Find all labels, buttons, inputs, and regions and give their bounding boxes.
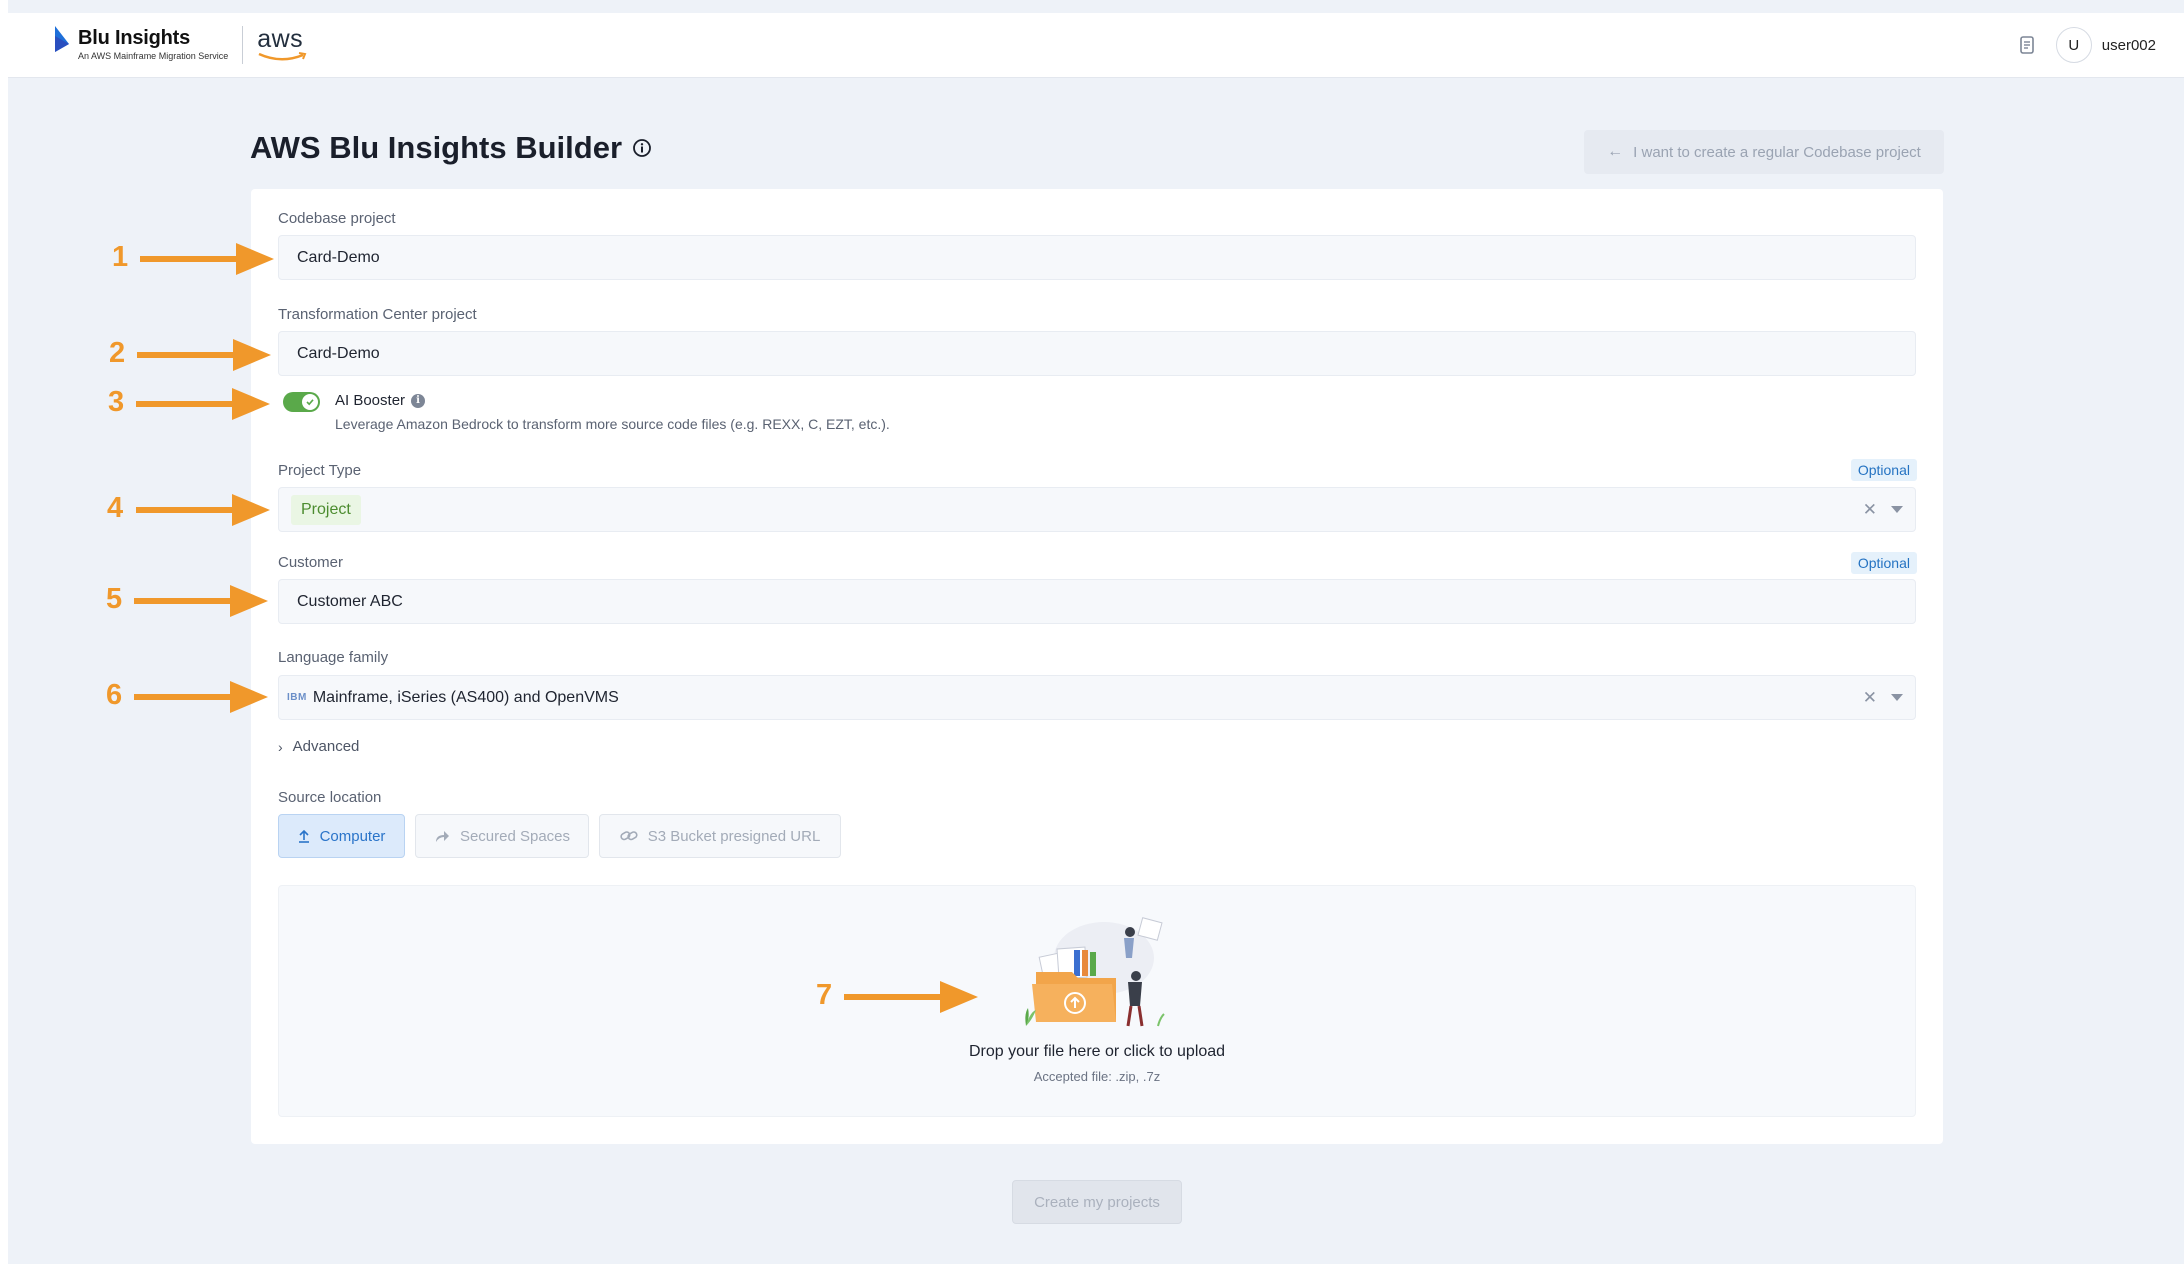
transformation-center-value: Card-Demo — [297, 344, 380, 362]
chevron-right-icon: › — [278, 738, 283, 755]
tab-secured-spaces[interactable]: Secured Spaces — [415, 814, 589, 858]
annotation-arrow-1-icon — [140, 243, 274, 275]
annotation-arrow-5-icon — [134, 585, 268, 617]
brand-name: Blu Insights — [78, 27, 191, 49]
annotation-number-6: 6 — [106, 679, 123, 711]
annotation-arrow-6-icon — [134, 681, 268, 713]
document-icon[interactable] — [2016, 34, 2038, 56]
aws-logo: aws — [257, 26, 309, 62]
project-type-select[interactable]: Project ✕ — [278, 487, 1916, 532]
advanced-label: Advanced — [292, 738, 360, 755]
page-title-text: AWS Blu Insights Builder — [250, 130, 623, 165]
tab-secured-spaces-label: Secured Spaces — [459, 827, 571, 845]
regular-codebase-project-button[interactable]: ← I want to create a regular Codebase pr… — [1584, 130, 1944, 174]
regular-codebase-project-label: I want to create a regular Codebase proj… — [1633, 143, 1921, 161]
share-arrow-icon — [434, 829, 450, 843]
blu-insights-logo-icon — [55, 26, 69, 52]
annotation-number-7: 7 — [816, 979, 833, 1011]
annotation-number-2: 2 — [109, 337, 126, 369]
create-projects-button[interactable]: Create my projects — [1012, 1180, 1182, 1224]
transformation-center-label: Transformation Center project — [278, 306, 477, 323]
arrow-left-icon: ← — [1607, 143, 1624, 160]
source-location-label: Source location — [278, 789, 382, 806]
chevron-down-icon[interactable] — [1891, 694, 1903, 701]
tab-s3-bucket-label: S3 Bucket presigned URL — [647, 827, 821, 845]
advanced-toggle[interactable]: › Advanced — [278, 738, 359, 755]
tab-computer-label: Computer — [319, 827, 386, 845]
source-location-tabs: Computer Secured Spaces S3 Bucket presig… — [278, 814, 851, 858]
annotation-number-1: 1 — [112, 241, 129, 273]
ai-booster-info-icon[interactable]: i — [411, 393, 426, 408]
language-family-label: Language family — [278, 649, 389, 666]
tab-s3-bucket[interactable]: S3 Bucket presigned URL — [599, 814, 841, 858]
language-family-value: Mainframe, iSeries (AS400) and OpenVMS — [312, 688, 619, 706]
clear-icon[interactable]: ✕ — [1863, 688, 1877, 708]
customer-input[interactable]: Customer ABC — [278, 579, 1916, 624]
codebase-project-value: Card-Demo — [297, 248, 380, 266]
upload-folder-illustration-icon — [1025, 917, 1165, 1027]
customer-value: Customer ABC — [297, 592, 403, 610]
tab-computer[interactable]: Computer — [278, 814, 405, 858]
dropzone-subtitle: Accepted file: .zip, .7z — [1033, 1069, 1161, 1084]
annotation-number-5: 5 — [106, 583, 123, 615]
brand-subtitle: An AWS Mainframe Migration Service — [78, 51, 229, 61]
page-title: AWS Blu Insights Builder — [250, 130, 652, 166]
avatar[interactable]: U — [2055, 27, 2092, 63]
top-bar — [8, 13, 2184, 78]
project-type-label: Project Type — [278, 462, 362, 479]
customer-label: Customer — [278, 554, 344, 571]
annotation-number-4: 4 — [107, 492, 124, 524]
check-icon — [302, 394, 318, 410]
ai-booster-description: Leverage Amazon Bedrock to transform mor… — [335, 416, 890, 432]
language-family-select[interactable]: IBM Mainframe, iSeries (AS400) and OpenV… — [278, 675, 1916, 720]
annotation-arrow-7-icon — [844, 981, 978, 1013]
annotation-arrow-4-icon — [136, 494, 270, 526]
project-type-optional-badge: Optional — [1850, 459, 1917, 481]
dropzone-title: Drop your file here or click to upload — [968, 1043, 1226, 1060]
clear-icon[interactable]: ✕ — [1863, 500, 1877, 520]
project-type-tag[interactable]: Project — [291, 494, 361, 525]
upload-icon — [298, 829, 310, 843]
aws-smile-icon — [258, 52, 307, 61]
codebase-project-label: Codebase project — [278, 210, 396, 227]
chevron-down-icon[interactable] — [1891, 506, 1903, 513]
ai-booster-toggle[interactable] — [283, 392, 320, 412]
annotation-arrow-3-icon — [136, 388, 270, 420]
customer-optional-badge: Optional — [1850, 552, 1917, 574]
ai-booster-title: AI Booster i — [335, 392, 426, 409]
user-area: U user002 — [2016, 26, 2156, 64]
transformation-center-input[interactable]: Card-Demo — [278, 331, 1916, 376]
ibm-logo-icon: IBM — [287, 692, 307, 703]
info-icon[interactable] — [632, 138, 652, 158]
brand-logo[interactable]: Blu Insights An AWS Mainframe Migration … — [52, 26, 309, 66]
logo-divider — [242, 26, 244, 64]
username[interactable]: user002 — [2102, 37, 2156, 54]
link-icon — [620, 829, 638, 843]
ai-booster-label: AI Booster — [335, 392, 406, 409]
annotation-number-3: 3 — [108, 386, 125, 418]
aws-logo-text: aws — [257, 25, 304, 53]
codebase-project-input[interactable]: Card-Demo — [278, 235, 1916, 280]
annotation-arrow-2-icon — [137, 339, 271, 371]
